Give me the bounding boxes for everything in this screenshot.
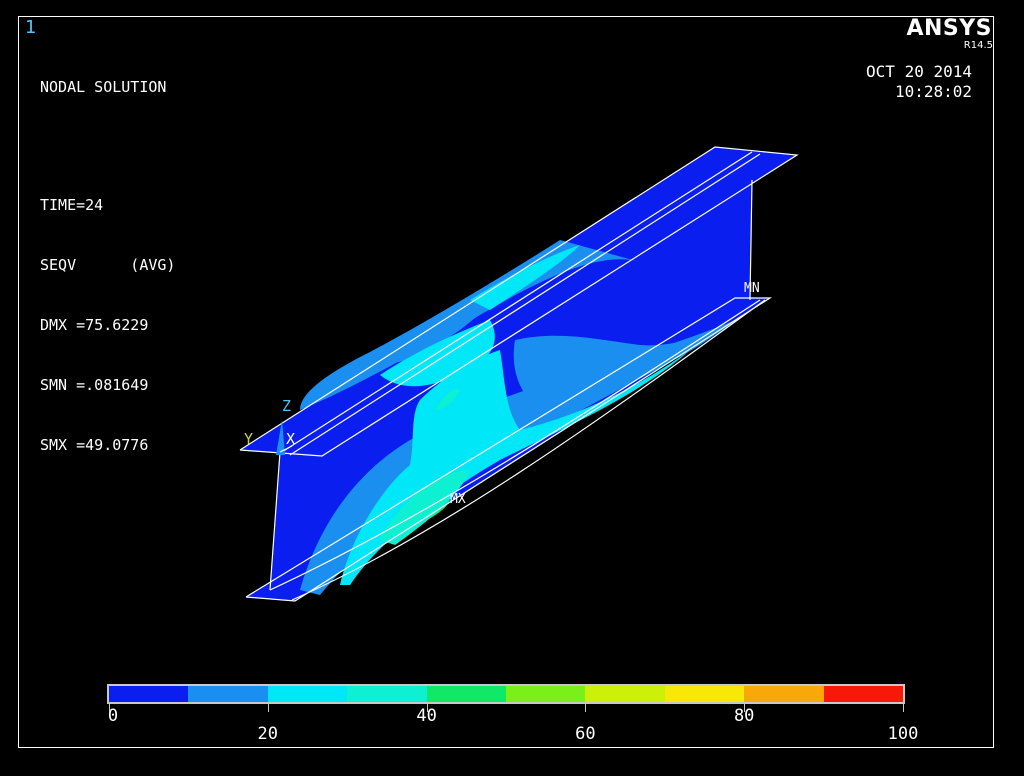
legend-swatch-7 bbox=[664, 686, 745, 702]
legend-swatch-5 bbox=[506, 686, 586, 702]
legend-tick bbox=[903, 704, 904, 712]
legend-tick bbox=[109, 704, 110, 712]
legend-tick bbox=[267, 704, 269, 712]
legend-tick bbox=[744, 704, 746, 712]
legend-label-20: 20 bbox=[257, 724, 279, 744]
legend-swatch-8 bbox=[744, 686, 824, 702]
legend-label-60: 60 bbox=[575, 724, 596, 744]
legend-swatch-3 bbox=[347, 686, 427, 702]
legend-swatch-0 bbox=[109, 686, 189, 702]
legend-swatch-2 bbox=[267, 686, 348, 702]
max-marker: MX bbox=[450, 492, 466, 507]
min-marker: MN bbox=[744, 281, 760, 296]
axis-y-label: Y bbox=[244, 430, 253, 448]
legend-swatch-1 bbox=[188, 686, 268, 702]
legend-swatch-9 bbox=[823, 686, 904, 702]
legend-swatch-4 bbox=[426, 686, 507, 702]
axis-z-label: Z bbox=[282, 397, 291, 415]
legend-tick bbox=[585, 704, 587, 712]
legend-label-100: 100 bbox=[887, 724, 919, 744]
axis-x-label: X bbox=[286, 430, 295, 448]
legend-tick bbox=[426, 704, 428, 712]
legend-swatch-6 bbox=[585, 686, 665, 702]
contour-legend-bar bbox=[107, 684, 905, 704]
model-viewport[interactable]: Z Y X MN MX bbox=[0, 0, 1024, 776]
